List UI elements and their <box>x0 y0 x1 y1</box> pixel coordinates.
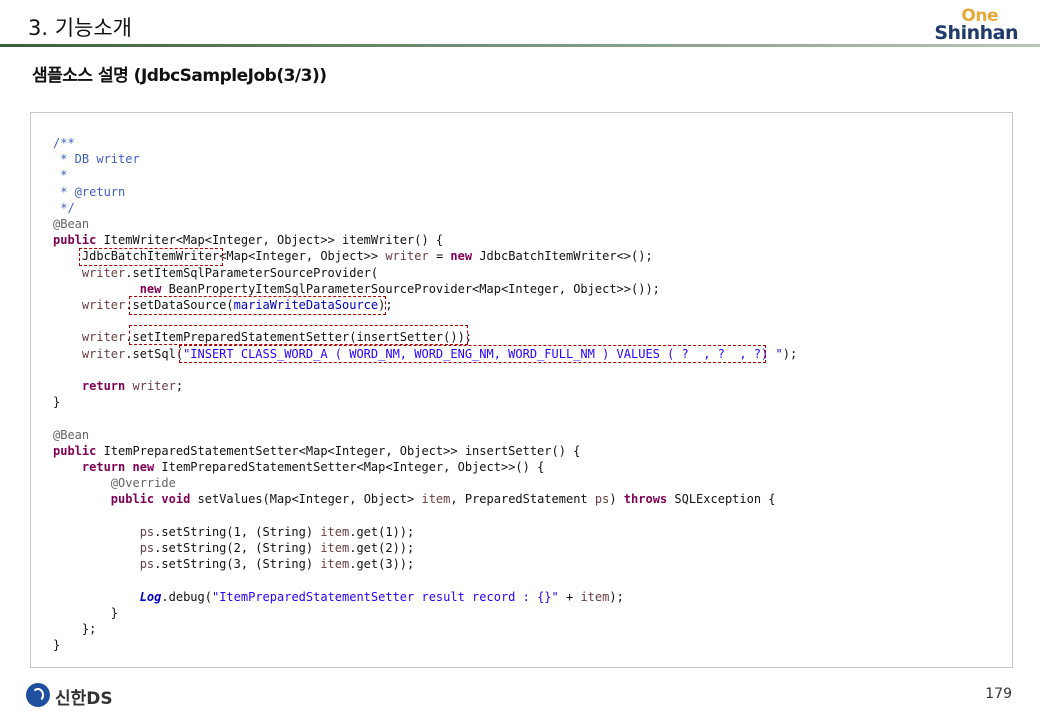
code-text: } <box>110 605 119 620</box>
highlight-sql-string <box>179 345 766 363</box>
highlight-set-datasource <box>129 296 386 315</box>
highlight-prepared-setter <box>129 325 468 345</box>
code-text: ; <box>175 379 184 394</box>
code-panel: /** * DB writer * * @return */ @Bean pub… <box>30 112 1013 668</box>
code-keyword: new <box>450 249 473 264</box>
code-text: .get(2)); <box>349 541 415 556</box>
code-variable: writer <box>81 265 126 280</box>
code-variable: ps <box>139 541 155 556</box>
code-text: .setItemSqlParameterSourceProvider( <box>125 265 379 280</box>
code-variable: writer <box>81 330 126 345</box>
code-comment: /** <box>53 136 75 150</box>
code-text: ) <box>609 492 624 507</box>
code-listing: /** * DB writer * * @return */ @Bean pub… <box>53 135 797 654</box>
code-keyword: new <box>139 281 162 296</box>
code-text: .setString(2, (String) <box>154 541 321 556</box>
code-text: ); <box>609 589 624 604</box>
code-variable: item <box>320 541 350 556</box>
code-variable: writer <box>81 298 126 313</box>
code-text: .get(1)); <box>349 524 415 539</box>
code-text: .get(3)); <box>349 557 415 572</box>
logo-shinhan-text: Shinhan <box>934 22 1018 44</box>
code-variable: item <box>421 492 451 507</box>
code-comment: * @return <box>53 184 126 199</box>
code-text: JdbcBatchItemWriter<>(); <box>472 249 653 264</box>
code-comment: * <box>53 168 68 183</box>
code-annotation: @Override <box>110 476 176 491</box>
shinhan-logo: One Shinhan <box>934 6 1018 44</box>
code-keyword: throws <box>623 492 668 507</box>
code-text: } <box>53 395 61 410</box>
code-keyword: return <box>81 379 126 394</box>
code-text: = <box>428 249 451 264</box>
page-title: 3. 기능소개 <box>28 16 132 40</box>
code-text: ItemWriter<Map<Integer, Object>> itemWri… <box>96 233 444 248</box>
code-text: }; <box>81 622 97 637</box>
code-keyword: new <box>132 460 155 475</box>
highlight-writer-type <box>79 248 223 266</box>
code-variable: ps <box>139 524 155 539</box>
code-text: BeanPropertyItemSqlParameterSourceProvid… <box>161 281 660 296</box>
code-text: .debug( <box>161 589 212 604</box>
code-variable: item <box>320 557 350 572</box>
code-text: SQLException { <box>667 492 776 507</box>
code-static-field: Log <box>139 589 162 604</box>
code-keyword: public <box>110 492 155 507</box>
code-text: , PreparedStatement <box>450 492 595 507</box>
code-variable: item <box>580 589 610 604</box>
code-keyword: return <box>81 460 126 475</box>
code-keyword: public <box>53 233 97 248</box>
code-text: } <box>53 638 61 653</box>
code-variable: ps <box>594 492 610 507</box>
code-text: ItemPreparedStatementSetter<Map<Integer,… <box>96 443 581 458</box>
code-text: setValues(Map<Integer, Object> <box>190 492 422 507</box>
code-text: ItemPreparedStatementSetter<Map<Integer,… <box>154 460 545 475</box>
code-annotation: @Bean <box>53 427 90 442</box>
code-text: + <box>558 589 581 604</box>
code-comment: * DB writer <box>53 152 140 167</box>
code-variable: writer <box>81 346 126 361</box>
footer-brand-text: 신한DS <box>55 689 113 709</box>
code-annotation: @Bean <box>53 217 90 232</box>
code-variable: writer <box>385 249 429 264</box>
page-number: 179 <box>985 686 1012 702</box>
code-text: .setString(3, (String) <box>154 557 321 572</box>
code-variable: writer <box>132 379 176 394</box>
code-text: ); <box>782 346 798 361</box>
shinhan-ds-logo-icon <box>26 683 50 707</box>
code-keyword: public <box>53 443 97 458</box>
code-text: .setSql( <box>125 346 184 361</box>
code-variable: ps <box>139 557 155 572</box>
code-keyword: void <box>161 492 191 507</box>
code-comment: */ <box>53 200 75 215</box>
code-variable: item <box>320 524 350 539</box>
code-text: .setString(1, (String) <box>154 524 321 539</box>
section-subtitle: 샘플소스 설명 (JdbcSampleJob(3/3)) <box>32 66 327 86</box>
header-divider <box>0 44 1040 47</box>
code-string: "ItemPreparedStatementSetter result reco… <box>211 589 559 604</box>
code-text: <Map<Integer, Object>> <box>219 249 386 264</box>
